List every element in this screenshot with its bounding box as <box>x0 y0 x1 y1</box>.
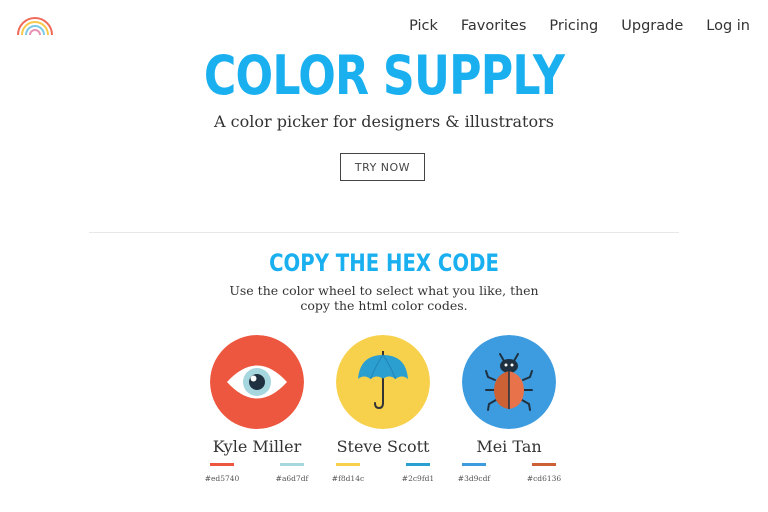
avatar <box>336 335 430 429</box>
designer-card-mei-tan[interactable]: Mei Tan #3d9cdf #cd6136 <box>439 335 579 483</box>
hex-code[interactable]: #2c9fd1 <box>402 474 434 483</box>
bug-icon <box>462 335 556 429</box>
designer-name: Mei Tan <box>476 437 542 456</box>
eye-icon <box>210 335 304 429</box>
section-description-line-1: Use the color wheel to select what you l… <box>229 283 539 298</box>
swatch-row: #3d9cdf #cd6136 <box>439 463 579 483</box>
swatch-bar <box>336 463 360 466</box>
swatch-bar <box>280 463 304 466</box>
rainbow-logo-icon[interactable] <box>16 14 54 36</box>
nav-pricing[interactable]: Pricing <box>549 18 598 34</box>
swatch-bar <box>532 463 556 466</box>
swatch-row: #f8d14c #2c9fd1 <box>313 463 453 483</box>
color-swatch[interactable]: #a6d7df <box>268 463 316 483</box>
designer-name: Steve Scott <box>336 437 430 456</box>
hex-code[interactable]: #f8d14c <box>332 474 364 483</box>
swatch-bar <box>210 463 234 466</box>
section-description-line-2: copy the html color codes. <box>300 298 468 313</box>
hex-code[interactable]: #3d9cdf <box>458 474 490 483</box>
color-swatch[interactable]: #ed5740 <box>198 463 246 483</box>
color-swatch[interactable]: #cd6136 <box>520 463 568 483</box>
designer-card-steve-scott[interactable]: Steve Scott #f8d14c #2c9fd1 <box>313 335 453 483</box>
avatar <box>210 335 304 429</box>
section-divider <box>89 232 679 233</box>
swatch-row: #ed5740 #a6d7df <box>187 463 327 483</box>
swatch-bar <box>462 463 486 466</box>
designer-name: Kyle Miller <box>212 437 302 456</box>
color-swatch[interactable]: #3d9cdf <box>450 463 498 483</box>
hero-title: COLOR SUPPLY <box>203 44 565 107</box>
nav-pick[interactable]: Pick <box>409 18 438 34</box>
nav-login[interactable]: Log in <box>706 18 750 34</box>
try-now-button[interactable]: TRY NOW <box>340 153 425 181</box>
hero-subtitle: A color picker for designers & illustrat… <box>214 112 554 131</box>
hex-code[interactable]: #ed5740 <box>205 474 240 483</box>
hex-code[interactable]: #cd6136 <box>527 474 561 483</box>
color-swatch[interactable]: #f8d14c <box>324 463 372 483</box>
avatar <box>462 335 556 429</box>
nav-favorites[interactable]: Favorites <box>461 18 527 34</box>
umbrella-icon <box>336 335 430 429</box>
hex-code[interactable]: #a6d7df <box>276 474 309 483</box>
color-swatch[interactable]: #2c9fd1 <box>394 463 442 483</box>
nav-upgrade[interactable]: Upgrade <box>621 18 683 34</box>
top-nav: Pick Favorites Pricing Upgrade Log in <box>409 18 750 34</box>
designer-card-kyle-miller[interactable]: Kyle Miller #ed5740 #a6d7df <box>187 335 327 483</box>
section-title: COPY THE HEX CODE <box>269 249 499 277</box>
swatch-bar <box>406 463 430 466</box>
section-description: Use the color wheel to select what you l… <box>0 283 768 313</box>
